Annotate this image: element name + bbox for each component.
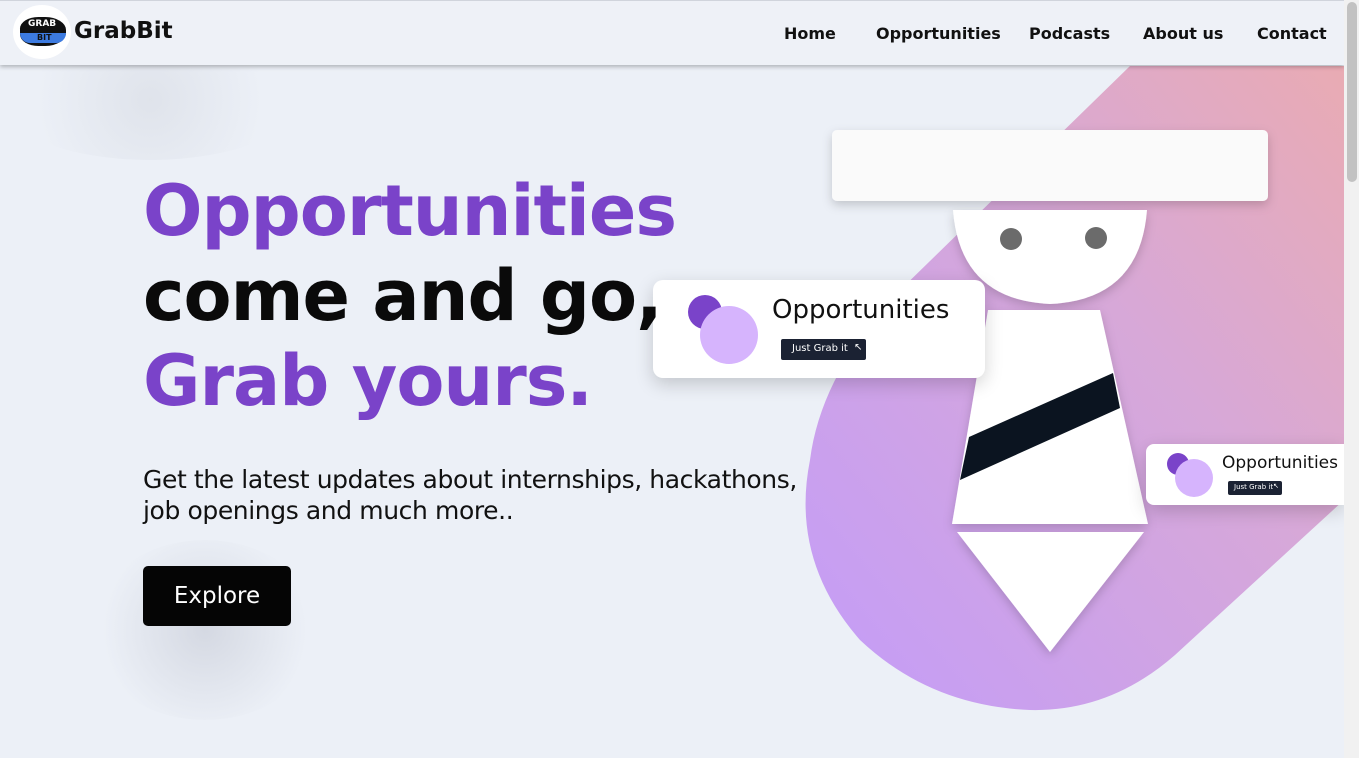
hero-subtitle: Get the latest updates about internships… (143, 464, 843, 526)
vertical-scrollbar[interactable] (1344, 0, 1359, 758)
hero-subtitle-line-2: job openings and much more.. (143, 496, 514, 525)
hero-heading-line-1: Opportunities (143, 170, 677, 252)
nav-contact[interactable]: Contact (1257, 24, 1327, 43)
cursor-icon: ↖ (1273, 482, 1279, 490)
card-title: Opportunities (1222, 453, 1338, 473)
top-navbar: GRAB BIT GrabBit Home Opportunities Podc… (0, 0, 1344, 65)
explore-button[interactable]: Explore (143, 566, 291, 626)
opportunity-card-small[interactable]: Opportunities Just Grab it ↖ (1146, 444, 1344, 505)
brand-name[interactable]: GrabBit (74, 18, 173, 44)
card-circles-icon (688, 295, 758, 364)
button-label: Just Grab it (1234, 483, 1274, 491)
nav-about-us[interactable]: About us (1143, 24, 1223, 43)
just-grab-it-button[interactable]: Just Grab it ↖ (781, 339, 866, 360)
button-label: Just Grab it (792, 343, 848, 354)
opportunity-card-large[interactable]: Opportunities Just Grab it ↖ (653, 280, 985, 378)
illustration-bar (832, 130, 1268, 201)
cursor-icon: ↖ (854, 342, 863, 353)
logo-text-bottom: BIT (37, 33, 52, 42)
nav-podcasts[interactable]: Podcasts (1029, 24, 1110, 43)
hero-subtitle-line-1: Get the latest updates about internships… (143, 465, 797, 494)
robot-eye-left (1000, 228, 1022, 250)
card-title: Opportunities (772, 295, 950, 325)
nav-opportunities[interactable]: Opportunities (876, 24, 1001, 43)
hero-heading-line-2: come and go, (143, 255, 663, 337)
logo-text-top: GRAB (28, 19, 57, 29)
card-circles-icon (1167, 453, 1213, 497)
hero-heading-line-3: Grab yours. (143, 340, 593, 422)
scrollbar-thumb[interactable] (1347, 2, 1357, 182)
just-grab-it-button[interactable]: Just Grab it ↖ (1228, 481, 1282, 495)
logo-badge: GRAB BIT (20, 17, 66, 46)
robot-eye-right (1085, 227, 1107, 249)
nav-home[interactable]: Home (784, 24, 836, 43)
